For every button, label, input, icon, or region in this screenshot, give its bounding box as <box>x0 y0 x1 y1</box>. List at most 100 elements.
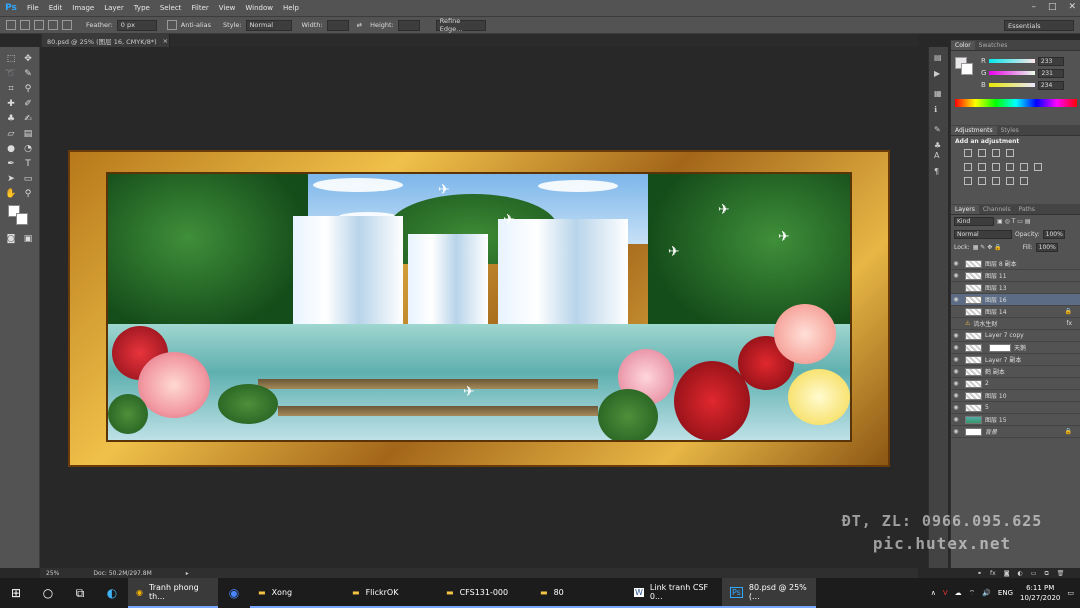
clone-stamp-tool-icon[interactable]: ♣ <box>4 113 18 125</box>
color-balance-icon[interactable] <box>992 163 1000 171</box>
document-tab[interactable]: 80.psd @ 25% (图层 16, CMYK/8*) × <box>42 34 170 47</box>
eraser-tool-icon[interactable]: ▱ <box>4 128 18 140</box>
hand-tool-icon[interactable]: ✋ <box>4 188 18 200</box>
channel-mixer-icon[interactable] <box>1034 163 1042 171</box>
path-select-tool-icon[interactable]: ➤ <box>4 173 18 185</box>
height-input[interactable] <box>397 19 420 31</box>
posterize-icon[interactable] <box>978 177 986 185</box>
search-icon[interactable]: ○ <box>32 578 64 608</box>
fill-input[interactable]: 100% <box>1035 243 1058 252</box>
close-icon[interactable]: ✕ <box>1068 2 1076 12</box>
blend-mode-select[interactable]: Normal <box>954 230 1012 239</box>
maximize-icon[interactable]: □ <box>1048 2 1057 12</box>
brush-presets-icon[interactable]: ✎ <box>934 125 944 135</box>
marquee-tool-icon[interactable]: ⬚ <box>4 53 18 65</box>
layer-row[interactable]: ◉ 图层 15 <box>951 414 1080 426</box>
network-icon[interactable]: ⌔ <box>969 589 976 598</box>
taskbar-app-chrome[interactable]: ◉ Tranh phong th... <box>128 578 218 608</box>
history-brush-tool-icon[interactable]: ✍ <box>21 113 35 125</box>
b-value[interactable]: 234 <box>1037 80 1064 90</box>
width-input[interactable] <box>326 19 349 31</box>
g-value[interactable]: 231 <box>1038 68 1065 78</box>
blur-tool-icon[interactable]: ● <box>4 143 18 155</box>
filter-icons[interactable]: ▣ ◎ T ▭ ▤ <box>997 218 1031 225</box>
close-tab-icon[interactable]: × <box>163 37 168 45</box>
layer-row[interactable]: ◉ 图层 10 <box>951 390 1080 402</box>
add-selection-icon[interactable] <box>34 20 44 30</box>
tab-color[interactable]: Color <box>951 41 975 50</box>
visibility-eye-icon[interactable]: ◉ <box>951 272 961 279</box>
brightness-contrast-icon[interactable] <box>964 149 972 157</box>
menu-type[interactable]: Type <box>129 4 155 12</box>
black-white-icon[interactable] <box>1006 163 1014 171</box>
new-selection-icon[interactable] <box>20 20 30 30</box>
hue-saturation-icon[interactable] <box>978 163 986 171</box>
menu-layer[interactable]: Layer <box>99 4 129 12</box>
refine-edge-button[interactable]: Refine Edge... <box>435 17 486 33</box>
background-color-swatch[interactable] <box>16 213 28 225</box>
feather-input[interactable]: 0 px <box>116 19 157 31</box>
curves-icon[interactable] <box>992 149 1000 157</box>
properties-icon[interactable]: ▦ <box>934 89 944 99</box>
vibrance-icon[interactable] <box>964 163 972 171</box>
healing-tool-icon[interactable]: ✚ <box>4 98 18 110</box>
history-icon[interactable]: ▤ <box>934 53 944 63</box>
zoom-tool-icon[interactable]: ⚲ <box>21 188 35 200</box>
layer-row[interactable]: ⚠ 流水生财 fx <box>951 318 1080 330</box>
visibility-eye-icon[interactable]: ◉ <box>951 392 961 399</box>
fx-icon[interactable]: fx <box>1066 320 1072 327</box>
tab-swatches[interactable]: Swatches <box>975 41 1012 50</box>
crop-tool-icon[interactable]: ⌗ <box>4 83 18 95</box>
r-value[interactable]: 233 <box>1037 56 1064 66</box>
tab-channels[interactable]: Channels <box>979 205 1015 214</box>
visibility-eye-icon[interactable]: ◉ <box>951 404 961 411</box>
lock-icons[interactable]: ▦ ✎ ✥ 🔒 <box>973 244 1002 251</box>
tab-adjustments[interactable]: Adjustments <box>951 126 997 135</box>
language-indicator[interactable]: ENG <box>998 589 1013 597</box>
cloud-icon[interactable]: ☁ <box>955 589 962 597</box>
dodge-tool-icon[interactable]: ◔ <box>21 143 35 155</box>
visibility-eye-icon[interactable]: ◉ <box>951 332 961 339</box>
lasso-tool-icon[interactable]: ➰ <box>4 68 18 80</box>
shape-tool-icon[interactable]: ▭ <box>21 173 35 185</box>
menu-select[interactable]: Select <box>155 4 187 12</box>
type-tool-icon[interactable]: T <box>21 158 35 170</box>
menu-edit[interactable]: Edit <box>44 4 68 12</box>
levels-icon[interactable] <box>978 149 986 157</box>
antialias-checkbox[interactable] <box>166 20 177 30</box>
visibility-eye-icon[interactable]: ◉ <box>951 428 961 435</box>
visibility-eye-icon[interactable]: ◉ <box>951 416 961 423</box>
threshold-icon[interactable] <box>992 177 1000 185</box>
layer-row[interactable]: ◉ 天鹅 <box>951 342 1080 354</box>
visibility-eye-icon[interactable]: ◉ <box>951 368 961 375</box>
visibility-eye-icon[interactable]: ◉ <box>951 356 961 363</box>
taskbar-app-folder-cfs131[interactable]: ▬ CFS131-000 <box>438 578 532 608</box>
tab-layers[interactable]: Layers <box>951 205 979 214</box>
menu-file[interactable]: File <box>22 4 44 12</box>
style-select[interactable]: Normal <box>245 19 292 31</box>
status-menu-icon[interactable]: ▸ <box>186 570 189 577</box>
photo-filter-icon[interactable] <box>1020 163 1028 171</box>
edge-browser-icon[interactable]: ◐ <box>96 578 128 608</box>
antivirus-icon[interactable]: V <box>943 589 948 597</box>
gradient-map-icon[interactable] <box>1006 177 1014 185</box>
layer-row[interactable]: 图层 14 🔒 <box>951 306 1080 318</box>
clone-source-icon[interactable]: ♣ <box>934 141 944 151</box>
volume-icon[interactable]: 🔊 <box>982 589 991 597</box>
taskbar-app-word[interactable]: W Link tranh CSF 0... <box>626 578 722 608</box>
minimize-icon[interactable]: – <box>1031 2 1036 12</box>
eyedropper-tool-icon[interactable]: ⚲ <box>21 83 35 95</box>
paragraph-icon[interactable]: ¶ <box>934 167 944 177</box>
menu-image[interactable]: Image <box>67 4 99 12</box>
pen-tool-icon[interactable]: ✒ <box>4 158 18 170</box>
actions-icon[interactable]: ▶ <box>934 69 944 79</box>
intersect-selection-icon[interactable] <box>62 20 72 30</box>
visibility-eye-icon[interactable]: ◉ <box>951 380 961 387</box>
visibility-eye-icon[interactable]: ◉ <box>951 344 961 351</box>
taskbar-app-photoshop[interactable]: Ps 80.psd @ 25% (... <box>722 578 816 608</box>
taskbar-app-folder-flickrok[interactable]: ▬ FlickrOK <box>344 578 438 608</box>
visibility-eye-icon[interactable]: ◉ <box>951 260 961 267</box>
red-slider[interactable] <box>988 59 1035 63</box>
workspace-select[interactable]: Essentials <box>1004 20 1074 31</box>
green-slider[interactable] <box>989 71 1036 75</box>
